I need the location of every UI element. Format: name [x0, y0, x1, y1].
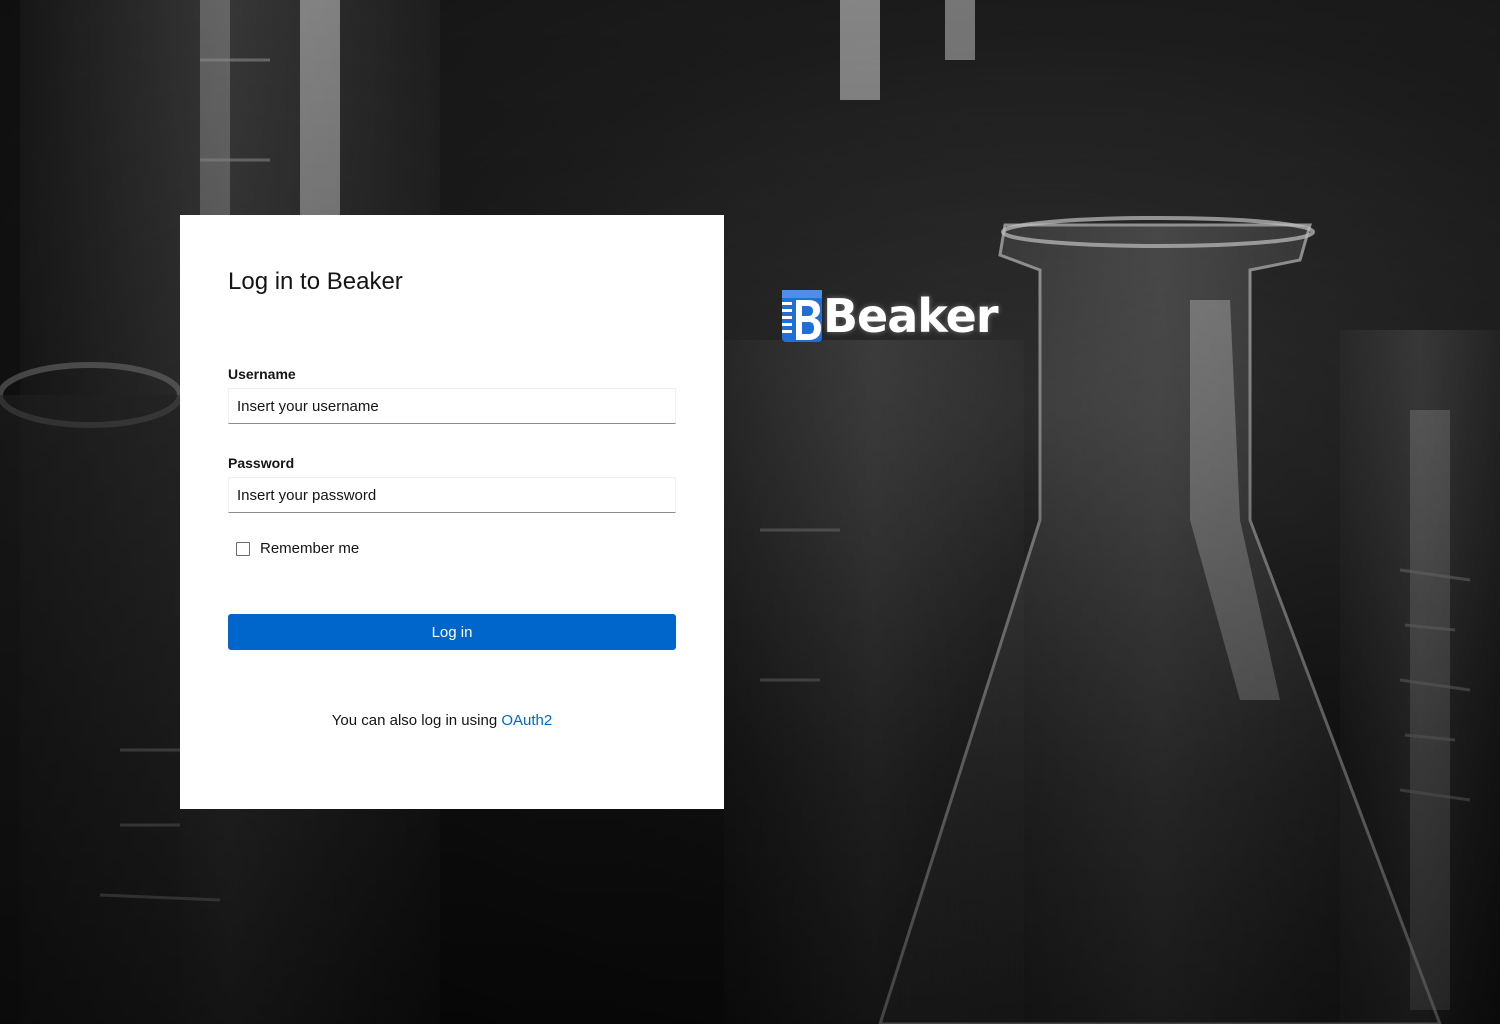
login-card: Log in to Beaker Username Password Remem… — [180, 215, 724, 809]
username-input[interactable] — [228, 388, 676, 424]
brand-logo: Beaker — [778, 286, 999, 346]
login-form: Username Password Remember me Log in — [228, 365, 676, 650]
remember-me-checkbox[interactable] — [236, 541, 250, 556]
login-page: Beaker Log in to Beaker Username Passwor… — [0, 0, 1500, 1024]
oauth2-link[interactable]: OAuth2 — [501, 712, 552, 729]
username-label: Username — [228, 366, 296, 382]
login-button[interactable]: Log in — [228, 614, 676, 650]
remember-me-row: Remember me — [236, 540, 676, 557]
alternative-login: You can also log in using OAuth2 — [228, 712, 676, 729]
password-label: Password — [228, 455, 295, 471]
password-input[interactable] — [228, 477, 676, 513]
beaker-logo-icon — [782, 290, 822, 342]
remember-me-label[interactable]: Remember me — [260, 540, 359, 557]
brand-name: Beaker — [823, 289, 999, 343]
login-title: Log in to Beaker — [228, 268, 403, 295]
alternative-login-text: You can also log in using — [331, 712, 498, 729]
